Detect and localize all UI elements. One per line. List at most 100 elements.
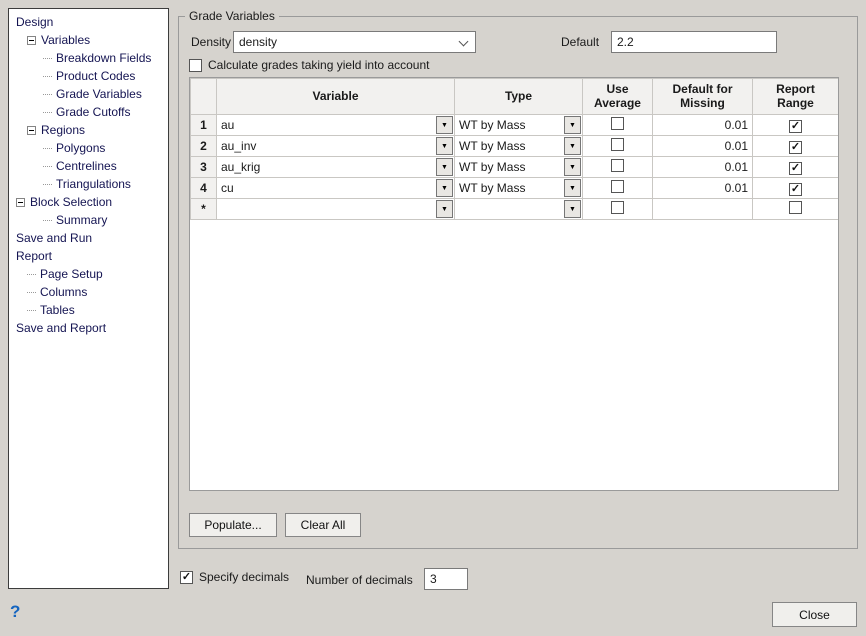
- tree-item-triangulations[interactable]: Triangulations: [11, 175, 166, 193]
- variable-cell[interactable]: au_inv▼: [217, 136, 455, 157]
- tree-item-label: Product Codes: [56, 67, 135, 85]
- row-header-cell[interactable]: 1: [191, 115, 217, 136]
- column-header-type: Type: [455, 79, 583, 115]
- collapse-minus-icon[interactable]: [27, 126, 36, 135]
- tree-item-centrelines[interactable]: Centrelines: [11, 157, 166, 175]
- type-cell[interactable]: WT by Mass ▼: [455, 178, 583, 199]
- tree-item-breakdown-fields[interactable]: Breakdown Fields: [11, 49, 166, 67]
- default-for-missing-cell[interactable]: 0.01: [653, 115, 753, 136]
- use-average-checkbox[interactable]: [611, 138, 624, 151]
- tree-item-tables[interactable]: Tables: [11, 301, 166, 319]
- specify-decimals-checkbox[interactable]: ✓: [180, 571, 193, 584]
- tree-item-label: Report: [16, 247, 52, 265]
- groupbox-title: Grade Variables: [185, 9, 279, 23]
- collapse-minus-icon[interactable]: [27, 36, 36, 45]
- tree-item-label: Grade Variables: [56, 85, 142, 103]
- navigation-tree: DesignVariablesBreakdown FieldsProduct C…: [8, 8, 169, 589]
- type-cell[interactable]: WT by Mass▼: [455, 136, 583, 157]
- tree-item-product-codes[interactable]: Product Codes: [11, 67, 166, 85]
- collapse-minus-icon[interactable]: [16, 198, 25, 207]
- report-range-cell: [753, 199, 839, 220]
- column-header-use-average: Use Average: [583, 79, 653, 115]
- tree-connector: [43, 220, 52, 221]
- number-of-decimals-input[interactable]: [424, 568, 468, 590]
- populate-button[interactable]: Populate...: [189, 513, 277, 537]
- dropdown-arrow-icon[interactable]: ▼: [564, 179, 581, 197]
- dropdown-arrow-icon[interactable]: ▼: [564, 137, 581, 155]
- type-cell[interactable]: WT by Mass▼: [455, 157, 583, 178]
- report-range-cell: ✓: [753, 157, 839, 178]
- corner-header-cell: [191, 79, 217, 115]
- tree-item-label: Polygons: [56, 139, 105, 157]
- dropdown-arrow-icon[interactable]: ▼: [436, 200, 453, 218]
- yield-checkbox-label: Calculate grades taking yield into accou…: [208, 58, 429, 72]
- default-for-missing-cell[interactable]: 0.01: [653, 178, 753, 199]
- tree-item-label: Columns: [40, 283, 87, 301]
- tree-item-summary[interactable]: Summary: [11, 211, 166, 229]
- type-cell[interactable]: ▼: [455, 199, 583, 220]
- tree-item-regions[interactable]: Regions: [11, 121, 166, 139]
- dropdown-arrow-icon[interactable]: ▼: [564, 158, 581, 176]
- row-header-cell[interactable]: 2: [191, 136, 217, 157]
- tree-item-save-and-run[interactable]: Save and Run: [11, 229, 166, 247]
- tree-item-label: Grade Cutoffs: [56, 103, 130, 121]
- report-range-checkbox[interactable]: ✓: [789, 141, 802, 154]
- dropdown-arrow-icon[interactable]: ▼: [564, 200, 581, 218]
- number-of-decimals-label: Number of decimals: [306, 572, 413, 588]
- use-average-cell: [583, 115, 653, 136]
- tree-item-variables[interactable]: Variables: [11, 31, 166, 49]
- tree-item-page-setup[interactable]: Page Setup: [11, 265, 166, 283]
- tree-connector: [27, 274, 36, 275]
- variable-cell[interactable]: cu ▼: [217, 178, 455, 199]
- report-range-checkbox[interactable]: ✓: [789, 162, 802, 175]
- report-range-checkbox[interactable]: [789, 201, 802, 214]
- type-cell[interactable]: WT by Mass▼: [455, 115, 583, 136]
- default-label: Default: [561, 34, 599, 50]
- report-range-checkbox[interactable]: ✓: [789, 183, 802, 196]
- column-header-report-range: Report Range: [753, 79, 839, 115]
- variable-cell[interactable]: au_krig▼: [217, 157, 455, 178]
- tree-item-polygons[interactable]: Polygons: [11, 139, 166, 157]
- type-cell-value: WT by Mass: [459, 181, 525, 195]
- tree-item-label: Triangulations: [56, 175, 131, 193]
- use-average-checkbox[interactable]: [611, 159, 624, 172]
- variable-cell[interactable]: ▼: [217, 199, 455, 220]
- help-icon[interactable]: ?: [10, 602, 20, 622]
- use-average-checkbox[interactable]: [611, 180, 624, 193]
- report-range-checkbox[interactable]: ✓: [789, 120, 802, 133]
- row-header-cell[interactable]: 3: [191, 157, 217, 178]
- tree-connector: [27, 310, 36, 311]
- use-average-checkbox[interactable]: [611, 201, 624, 214]
- tree-item-grade-variables[interactable]: Grade Variables: [11, 85, 166, 103]
- tree-item-design[interactable]: Design: [11, 13, 166, 31]
- tree-connector: [43, 58, 52, 59]
- default-for-missing-cell[interactable]: [653, 199, 753, 220]
- variable-cell-value: cu: [221, 181, 234, 195]
- row-header-cell[interactable]: 4: [191, 178, 217, 199]
- variable-cell[interactable]: au▼: [217, 115, 455, 136]
- close-button[interactable]: Close: [772, 602, 857, 627]
- tree-item-label: Block Selection: [30, 193, 112, 211]
- chevron-down-icon: [459, 37, 469, 47]
- default-density-input[interactable]: [611, 31, 777, 53]
- clear-all-button[interactable]: Clear All: [285, 513, 361, 537]
- tree-connector: [43, 166, 52, 167]
- yield-checkbox[interactable]: [189, 59, 202, 72]
- row-header-cell[interactable]: *: [191, 199, 217, 220]
- density-combobox[interactable]: density: [233, 31, 476, 53]
- tree-item-grade-cutoffs[interactable]: Grade Cutoffs: [11, 103, 166, 121]
- tree-item-block-selection[interactable]: Block Selection: [11, 193, 166, 211]
- dropdown-arrow-icon[interactable]: ▼: [436, 116, 453, 134]
- dropdown-arrow-icon[interactable]: ▼: [436, 137, 453, 155]
- tree-item-columns[interactable]: Columns: [11, 283, 166, 301]
- dropdown-arrow-icon[interactable]: ▼: [564, 116, 581, 134]
- use-average-checkbox[interactable]: [611, 117, 624, 130]
- dropdown-arrow-icon[interactable]: ▼: [436, 158, 453, 176]
- default-for-missing-cell[interactable]: 0.01: [653, 157, 753, 178]
- tree-item-report[interactable]: Report: [11, 247, 166, 265]
- dropdown-arrow-icon[interactable]: ▼: [436, 179, 453, 197]
- tree-item-save-and-report[interactable]: Save and Report: [11, 319, 166, 337]
- specify-decimals-label: Specify decimals: [199, 570, 289, 584]
- default-for-missing-cell[interactable]: 0.01: [653, 136, 753, 157]
- tree-item-label: Design: [16, 13, 53, 31]
